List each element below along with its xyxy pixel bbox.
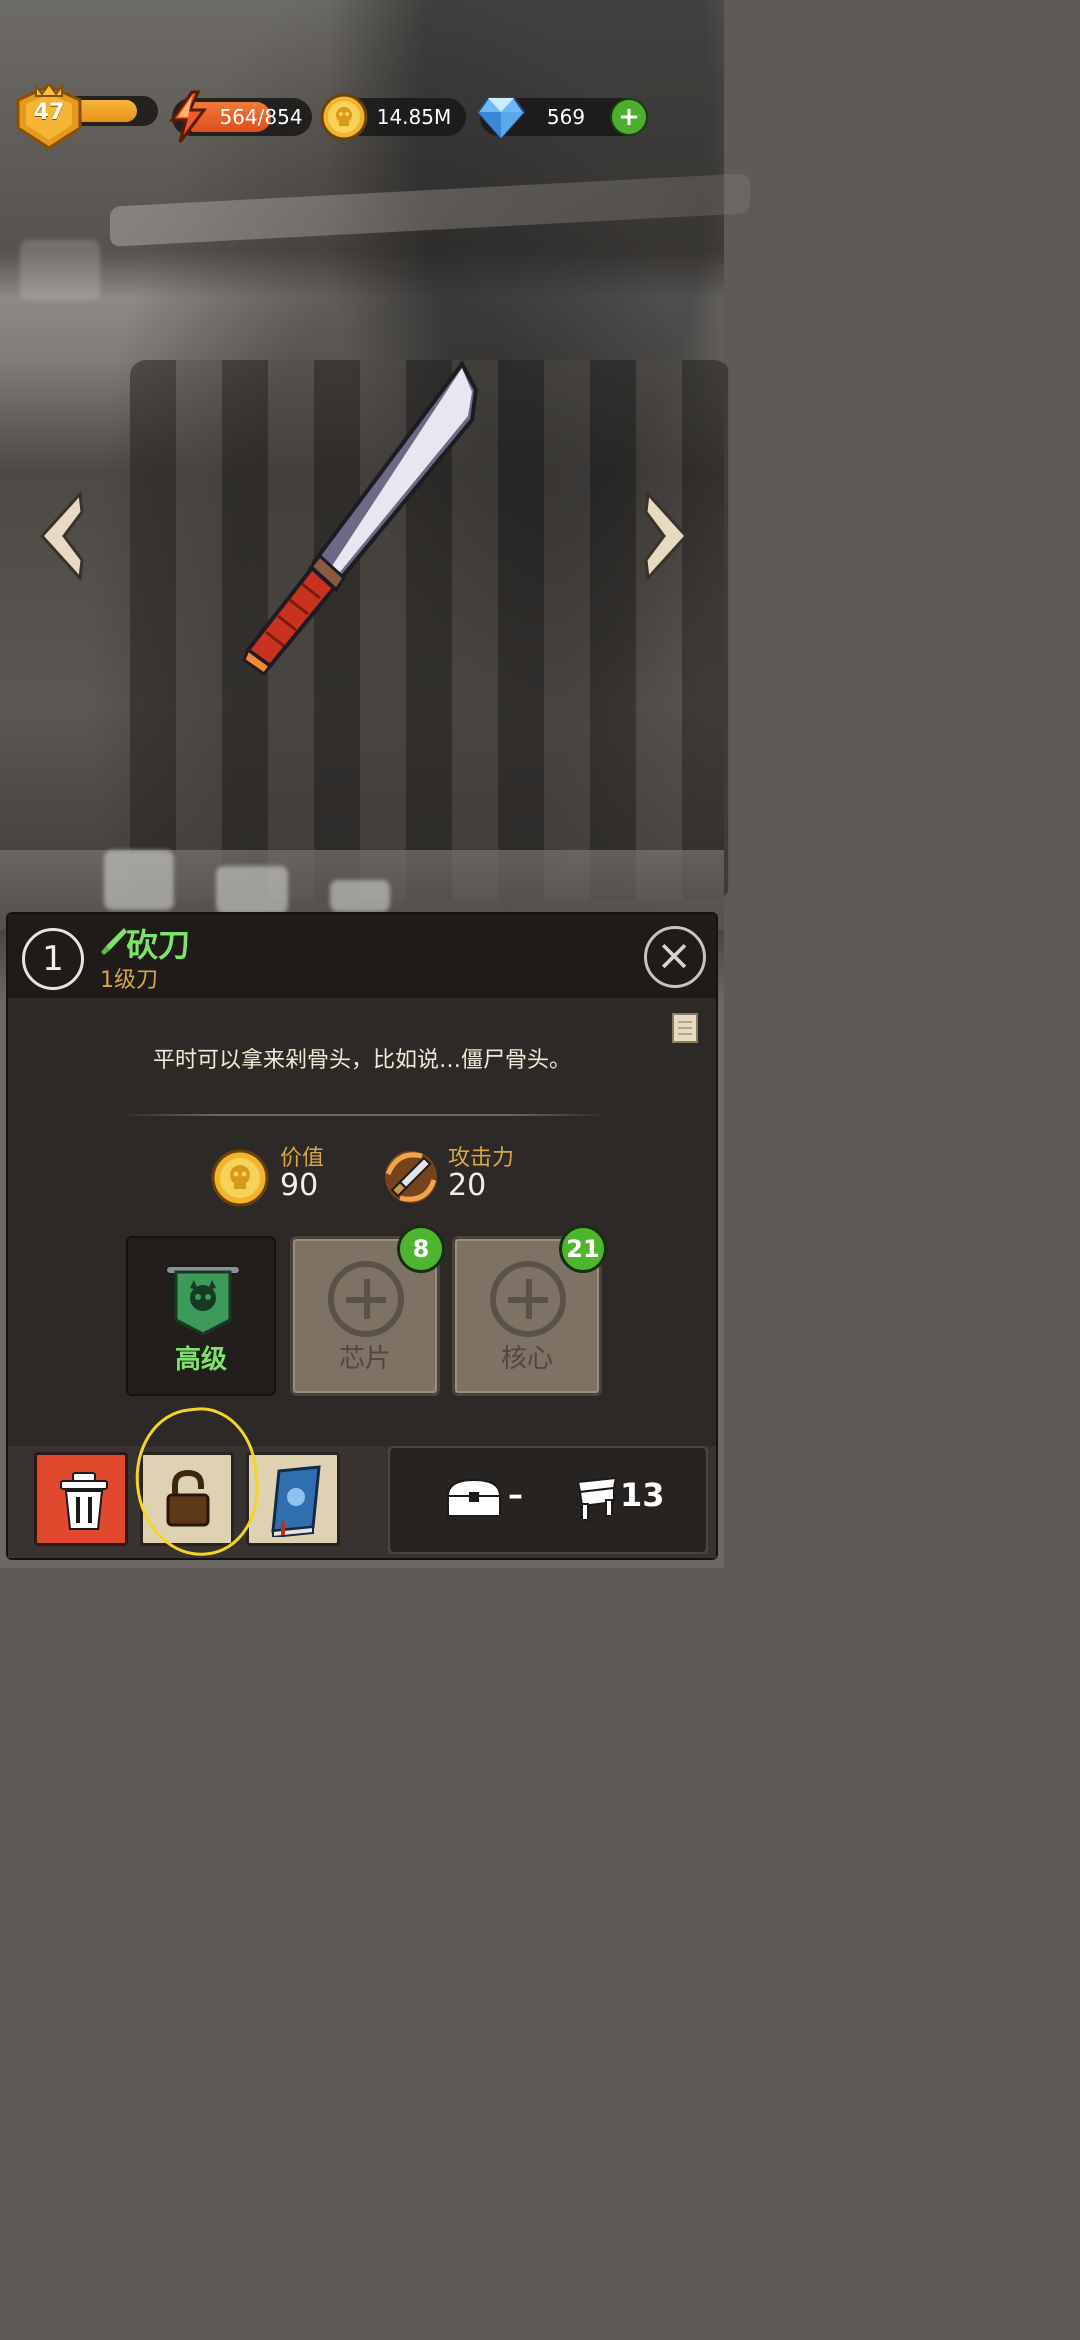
core-label: 核心 [500,1344,553,1374]
item-index-badge: 1 [22,928,84,990]
coin-amount: 14.85M [376,105,452,129]
book-icon [271,1465,321,1537]
value-number: 90 [280,1168,319,1203]
gem-amount: 569 [546,105,586,129]
item-info-panel: 1 砍刀 1级刀 平时可以拿来剁骨头，比如说…僵尸骨头。 价值 90 攻击力 2… [6,912,718,1560]
bottom-action-bar: – 13 [8,1446,716,1558]
decoration-icon [576,1476,618,1521]
add-chip-icon [328,1261,404,1337]
player-level[interactable]: 47 [10,82,158,150]
chest-icon [446,1478,502,1517]
panel-header: 1 砍刀 1级刀 [8,914,716,998]
level-number: 47 [33,100,65,125]
chest-value: – [508,1478,523,1513]
energy-text: 564/854 [219,105,303,129]
add-core-icon [490,1261,566,1337]
decoration-count: 13 [620,1476,665,1514]
demon-banner-icon [165,1265,241,1336]
energy-counter[interactable]: 564/854 [169,90,312,143]
left-arrow-icon[interactable] [38,490,88,582]
rarity-slot[interactable]: 高级 [126,1236,276,1396]
add-gems-button[interactable]: + [610,98,648,136]
codex-button[interactable] [246,1452,340,1546]
coin-counter[interactable]: 14.85M [320,93,466,141]
chip-count-badge: 8 [397,1225,445,1273]
blade-type-icon [101,928,127,955]
delete-button[interactable] [34,1452,128,1546]
item-name: 砍刀 [126,926,191,964]
trash-icon [60,1472,108,1530]
chip-label: 芯片 [338,1344,391,1374]
attack-number: 20 [448,1168,487,1203]
close-icon[interactable] [644,926,706,988]
lightning-icon [169,90,207,143]
gem-counter[interactable]: 569 + [476,97,648,140]
chip-slot[interactable]: 芯片 8 [290,1225,445,1396]
machete-icon [242,360,479,677]
diamond-icon [476,97,526,140]
scroll-icon[interactable] [670,1010,700,1046]
right-arrow-icon[interactable] [640,490,690,582]
skull-coin-icon [211,1149,269,1207]
core-count-badge: 21 [559,1225,607,1273]
loot-info-box: – 13 [388,1446,708,1554]
core-slot[interactable]: 核心 21 [452,1225,607,1396]
top-hud: 47 564/854 14.85M 569 + [0,82,724,150]
item-subtitle: 1级刀 [100,968,158,993]
rarity-label: 高级 [174,1345,227,1375]
sword-attack-icon [385,1151,437,1203]
skull-coin-icon [320,93,368,141]
item-description: 平时可以拿来剁骨头，比如说…僵尸骨头。 [152,1048,571,1073]
divider [118,1114,608,1116]
